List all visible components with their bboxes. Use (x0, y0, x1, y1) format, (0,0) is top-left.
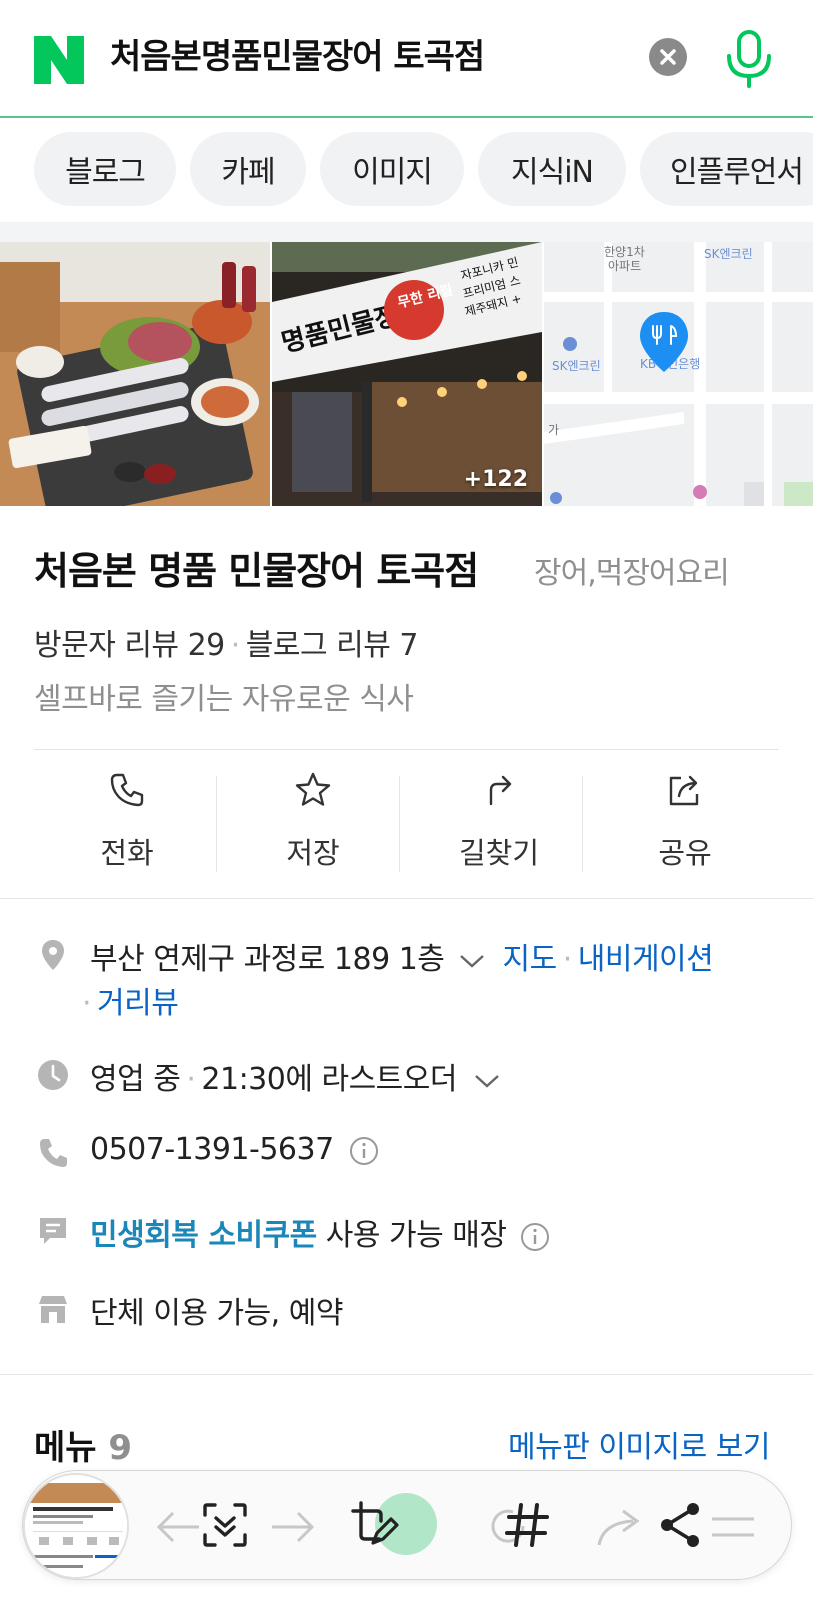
coupon-link[interactable]: 민생회복 소비쿠폰 (90, 1218, 317, 1253)
forward-arrow-icon (272, 1511, 315, 1543)
phone-number[interactable]: 0507-1391-5637 (90, 1132, 334, 1167)
menu-count: 9 (108, 1428, 133, 1468)
map-link[interactable]: 지도 (503, 942, 558, 977)
food-photo-image (0, 242, 270, 506)
review-summary: 방문자 리뷰 29 · 블로그 리뷰 7 (34, 628, 419, 663)
address-text: 부산 연제구 과정로 189 1층 (90, 942, 445, 977)
share-icon[interactable] (655, 1499, 707, 1551)
last-order-time: 21:30에 라스트오더 (201, 1062, 457, 1097)
action-row: 전화 저장 길찾기 공유 (34, 770, 779, 876)
info-icon[interactable] (349, 1136, 379, 1166)
clock-icon (38, 1060, 68, 1090)
search-category-tabs: 블로그 카페 이미지 지식iN 인플루언서 (0, 118, 813, 222)
back-arrow-icon (156, 1511, 199, 1543)
chevron-down-icon[interactable] (472, 1071, 502, 1091)
directions-button[interactable]: 길찾기 (406, 770, 592, 876)
coupon-row: 민생회복 소비쿠폰 사용 가능 매장 (90, 1210, 550, 1254)
save-label: 저장 (286, 836, 340, 870)
menu-lines-icon (712, 1517, 754, 1537)
microphone-icon[interactable] (724, 30, 774, 88)
tab-image[interactable]: 이미지 (320, 132, 464, 206)
call-label: 전화 (100, 836, 154, 870)
clear-search-button[interactable] (649, 38, 687, 76)
screenshot-thumbnail[interactable] (23, 1473, 129, 1579)
phone-row[interactable]: 0507-1391-5637 (90, 1132, 379, 1167)
place-name: 처음본 명품 민물장어 토곡점 (34, 549, 479, 593)
share-label: 공유 (658, 836, 712, 870)
search-header: 처음본명품민물장어 토곡점 (0, 0, 813, 118)
tab-knowledge-in[interactable]: 지식iN (478, 132, 626, 206)
info-icon[interactable] (520, 1222, 550, 1252)
section-divider (0, 222, 813, 242)
search-input[interactable]: 처음본명품민물장어 토곡점 (110, 32, 485, 82)
navigation-link[interactable]: 내비게이션 (578, 942, 714, 977)
menu-image-link[interactable]: 메뉴판 이미지로 보기 (508, 1422, 770, 1466)
streetview-row: · 거리뷰 (82, 986, 179, 1021)
business-hours-row[interactable]: 영업 중 · 21:30에 라스트오더 (90, 1054, 502, 1098)
naver-logo-icon[interactable] (34, 36, 84, 84)
business-status: 영업 중 (90, 1062, 181, 1097)
map-label: SK엔크린 (552, 359, 601, 373)
divider (34, 749, 779, 750)
place-category: 장어,먹장어요리 (534, 556, 730, 591)
directions-label: 길찾기 (458, 836, 540, 870)
facilities-text: 단체 이용 가능, 예약 (90, 1296, 343, 1331)
coupon-icon (40, 1218, 66, 1244)
location-map[interactable]: 한양1차 아파트 SK엔크린 SK엔크린 KB국민은행 가 (544, 242, 813, 506)
thumbnail-preview (25, 1475, 127, 1577)
map-label: 가 (548, 423, 559, 437)
blog-review-link[interactable]: 블로그 리뷰 7 (246, 628, 419, 663)
phone-icon (110, 773, 144, 807)
phone-icon (40, 1139, 67, 1167)
coupon-text: 사용 가능 매장 (325, 1218, 507, 1253)
screenshot-toolbar (22, 1470, 792, 1580)
tab-blog[interactable]: 블로그 (34, 132, 176, 206)
food-photo[interactable] (0, 242, 270, 506)
address-row: 부산 연제구 과정로 189 1층 지도 · 내비게이션 (90, 942, 714, 977)
star-icon (295, 772, 331, 806)
divider (0, 1374, 813, 1375)
share-arrow-icon (597, 1509, 640, 1546)
close-icon (660, 49, 676, 65)
place-tagline: 셀프바로 즐기는 자유로운 식사 (34, 682, 414, 717)
tab-influencer[interactable]: 인플루언서 (640, 132, 813, 206)
scroll-capture-icon[interactable] (199, 1499, 251, 1551)
map-label: 한양1차 (604, 245, 645, 259)
divider (0, 898, 813, 899)
streetview-link[interactable]: 거리뷰 (97, 986, 179, 1021)
save-button[interactable]: 저장 (220, 770, 406, 876)
call-button[interactable]: 전화 (34, 770, 220, 876)
crop-edit-icon[interactable] (349, 1499, 401, 1551)
visitor-review-link[interactable]: 방문자 리뷰 29 (34, 628, 225, 663)
storefront-photo[interactable]: 명품민물장어 무한 리필 자포니카 민 프리미엄 스 제주돼지 + +122 (272, 242, 542, 506)
map-image: 한양1차 아파트 SK엔크린 SK엔크린 KB국민은행 가 (544, 242, 813, 506)
menu-section-title: 메뉴 9 (34, 1428, 133, 1468)
more-photos-count: +122 (463, 467, 528, 492)
share-button[interactable]: 공유 (592, 770, 778, 876)
store-icon (39, 1296, 67, 1323)
directions-icon (489, 775, 512, 806)
map-label: SK엔크린 (704, 247, 753, 261)
chevron-down-icon[interactable] (457, 951, 487, 971)
map-label: 아파트 (608, 259, 641, 273)
share-icon (669, 775, 699, 806)
tab-cafe[interactable]: 카페 (190, 132, 306, 206)
hashtag-icon[interactable] (501, 1499, 553, 1551)
location-pin-icon (42, 940, 64, 970)
